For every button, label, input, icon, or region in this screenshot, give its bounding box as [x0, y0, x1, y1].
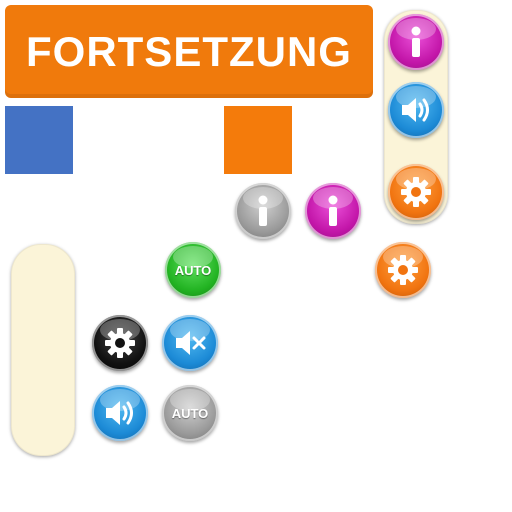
info-icon: [258, 195, 268, 226]
menu-panel-empty: [11, 244, 75, 456]
speaker-on-icon: [106, 401, 133, 425]
speaker-muted-icon: [176, 331, 206, 355]
settings-button-panel[interactable]: [388, 164, 444, 220]
sound-button[interactable]: [388, 82, 444, 138]
auto-button-green[interactable]: AUTO: [165, 242, 221, 298]
auto-label: AUTO: [171, 405, 209, 421]
speaker-on-icon: [402, 98, 429, 122]
info-button-grey[interactable]: [235, 183, 291, 239]
orange-swatch: [224, 106, 292, 174]
continue-button-label: FORTSETZUNG: [26, 27, 352, 75]
gear-icon: [388, 255, 418, 285]
sound-button-2[interactable]: [92, 385, 148, 441]
mute-button[interactable]: [162, 315, 218, 371]
auto-label: AUTO: [174, 262, 212, 278]
info-icon: [328, 195, 338, 226]
settings-button-black[interactable]: [92, 315, 148, 371]
info-icon: [411, 26, 421, 57]
auto-button-grey[interactable]: AUTO: [162, 385, 218, 441]
gear-icon: [105, 328, 135, 358]
info-button-magenta[interactable]: [388, 14, 444, 70]
continue-button[interactable]: FORTSETZUNG: [5, 5, 373, 98]
info-button-magenta-2[interactable]: [305, 183, 361, 239]
settings-button-orange[interactable]: [375, 242, 431, 298]
gear-icon: [401, 177, 431, 207]
blue-swatch: [5, 106, 73, 174]
